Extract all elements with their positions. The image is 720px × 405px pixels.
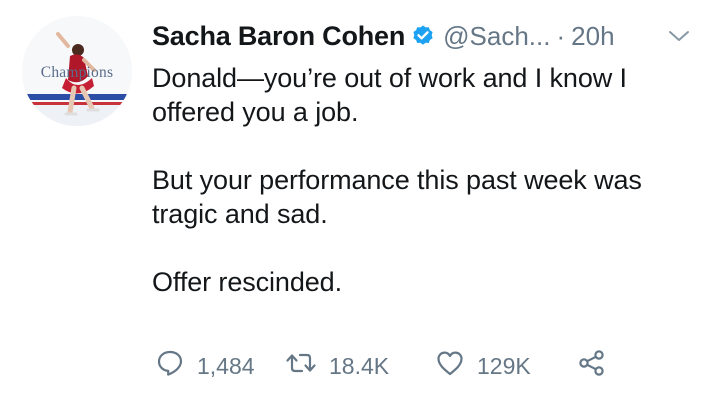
reply-count: 1,484	[197, 352, 255, 379]
author-handle[interactable]: @Sach...	[443, 21, 550, 52]
retweet-count: 18.4K	[329, 352, 390, 379]
tweet-header: Sacha Baron Cohen @Sach... · 20h	[152, 14, 615, 58]
chevron-down-icon[interactable]	[666, 26, 692, 46]
retweet-button[interactable]: 18.4K	[285, 348, 435, 384]
like-count: 129K	[477, 352, 531, 379]
share-button[interactable]	[577, 348, 607, 384]
reply-button[interactable]: 1,484	[155, 348, 285, 384]
tweet-paragraph: Offer rescinded.	[152, 267, 342, 297]
tweet-timestamp[interactable]: 20h	[571, 21, 614, 52]
share-icon	[577, 348, 607, 384]
like-button[interactable]: 129K	[435, 348, 577, 384]
reply-icon	[155, 348, 185, 384]
heart-icon	[435, 348, 465, 384]
tweet-text: Donald—you’re out of work and I know I o…	[152, 61, 702, 299]
tweet-paragraph: But your performance this past week was …	[152, 165, 642, 229]
avatar-caption: Champions	[40, 64, 114, 81]
tweet: Champions Sacha Baron Cohen @Sach... · 2…	[0, 0, 720, 405]
verified-badge-icon	[411, 24, 435, 48]
tweet-paragraph: Donald—you’re out of work and I know I o…	[152, 63, 627, 127]
avatar[interactable]: Champions	[22, 16, 132, 126]
author-name[interactable]: Sacha Baron Cohen	[152, 21, 405, 52]
meta-separator: ·	[556, 20, 566, 51]
tweet-actions: 1,484 18.4K 129K	[155, 346, 607, 386]
retweet-icon	[285, 348, 317, 384]
